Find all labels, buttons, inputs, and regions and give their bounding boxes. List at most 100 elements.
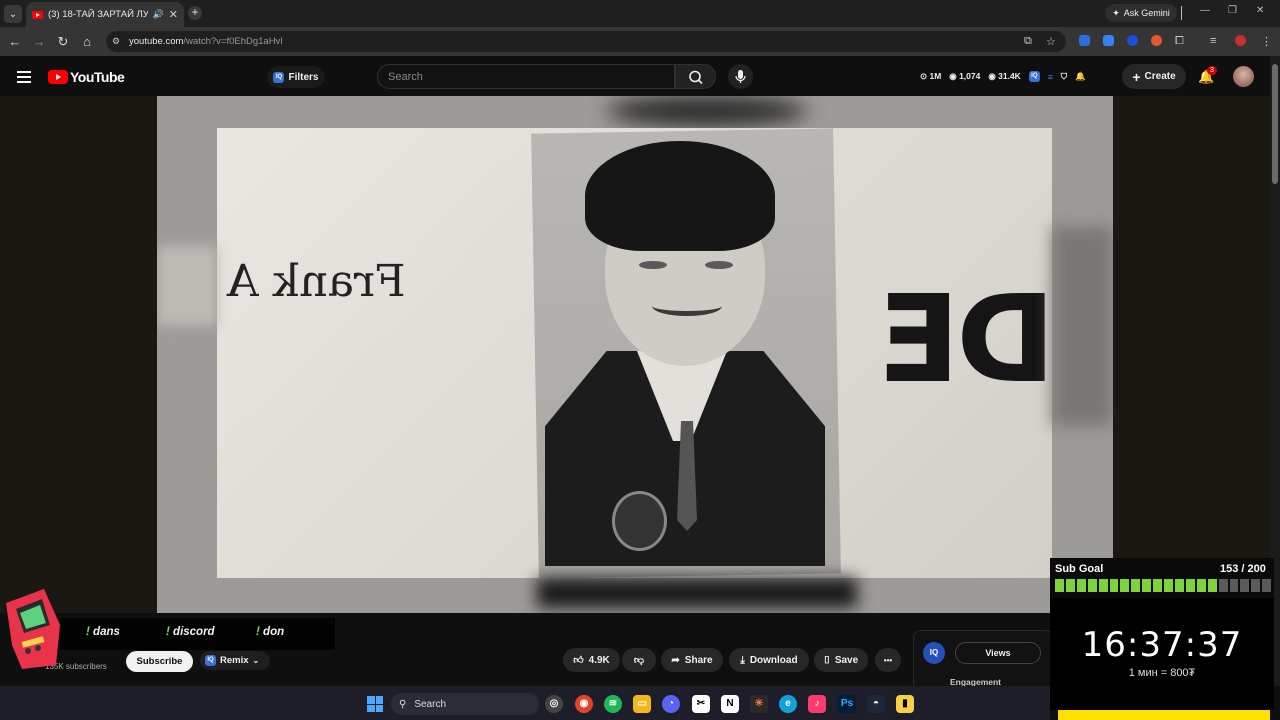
subscribe-button[interactable]: Subscribe <box>126 651 193 672</box>
scrollbar-thumb[interactable] <box>1272 64 1278 184</box>
claude-icon[interactable]: ✳ <box>750 695 768 713</box>
goal-segment <box>1229 579 1239 592</box>
reload-icon[interactable]: ↻ <box>56 34 70 50</box>
iq-stats-icon[interactable]: IQ <box>1028 71 1040 82</box>
reading-list-icon[interactable]: ≡ <box>1210 35 1216 47</box>
goal-segment <box>1153 579 1163 592</box>
menu-hamburger-icon[interactable] <box>17 71 31 86</box>
create-button[interactable]: + Create <box>1122 64 1186 89</box>
youtube-logo-icon[interactable] <box>48 70 68 84</box>
video-player[interactable]: Frank A DE <box>157 96 1113 613</box>
goal-segment <box>1076 579 1086 592</box>
dislike-button[interactable]: 👎︎ <box>622 648 656 672</box>
photo-hair <box>585 141 775 251</box>
minimize-icon[interactable]: — <box>1200 5 1210 16</box>
extension-3-icon[interactable] <box>1127 35 1138 46</box>
profile-icon[interactable] <box>1235 35 1246 46</box>
sub-goal-title: Sub Goal <box>1055 563 1104 575</box>
chevron-down-icon: ⌄ <box>252 656 260 665</box>
tab-title: (3) 18-ТАЙ ЗАРТАЙ ЛУЙВ... <box>48 9 148 20</box>
sub-goal-count: 153 / 200 <box>1220 563 1266 575</box>
share-label: Share <box>684 654 713 666</box>
video-shadow-bottom <box>537 578 857 608</box>
new-tab-button[interactable]: + <box>188 6 202 20</box>
save-label: Save <box>834 654 859 666</box>
extension-4-icon[interactable] <box>1151 35 1162 46</box>
voice-search-button[interactable] <box>728 64 753 89</box>
music-icon[interactable]: ♪ <box>808 695 826 713</box>
tab-audio-icon[interactable]: 🔊 <box>153 9 164 20</box>
chrome-icon[interactable]: ◉ <box>575 695 593 713</box>
extensions-puzzle-icon[interactable]: ⧠ <box>1175 35 1184 48</box>
filters-label: Filters <box>288 71 319 83</box>
save-button[interactable]: ⌷ Save <box>814 648 868 672</box>
goal-segment <box>1055 579 1064 592</box>
donation-rate: 1 мин = 800₮ <box>1128 667 1196 679</box>
youtube-logo-text[interactable]: YouTube <box>70 69 125 85</box>
maximize-icon[interactable]: ❐ <box>1228 5 1237 16</box>
github-icon[interactable]: ◎ <box>545 695 563 713</box>
like-count: 4.9K <box>588 654 610 666</box>
extension-1-icon[interactable] <box>1079 35 1090 46</box>
goal-segment <box>1065 579 1075 592</box>
discord-icon[interactable]: ◔ <box>662 695 680 713</box>
download-label: Download <box>749 654 798 666</box>
like-button[interactable]: 👍︎ 4.9K <box>563 648 620 672</box>
ask-gemini-button[interactable]: ✦ Ask Gemini <box>1105 4 1177 22</box>
bookmark-star-icon[interactable]: ☆ <box>1046 35 1056 48</box>
goal-segment <box>1262 579 1272 592</box>
channel-stats: ⊙ 1M ◉ 1,074 ◉ 31.4K IQ ≡ ⛉ 🔔 <box>920 71 1086 82</box>
more-actions-button[interactable]: ••• <box>875 648 901 672</box>
goal-segment <box>1174 579 1184 592</box>
mirrored-name-text: Frank A <box>227 256 406 307</box>
share-button[interactable]: ➦ Share <box>661 648 723 672</box>
user-avatar[interactable] <box>1233 66 1254 87</box>
forward-arrow-icon[interactable]: → <box>32 34 46 49</box>
taskbar-search[interactable]: ⚲ Search <box>391 693 539 715</box>
steam-icon[interactable]: ◓ <box>867 695 885 713</box>
goal-segment <box>1218 579 1228 592</box>
goal-segment <box>1131 579 1141 592</box>
goal-segment <box>1164 579 1173 592</box>
thumbs-up-icon: 👍︎ <box>573 655 584 666</box>
cast-icon[interactable]: ⧉ <box>1024 35 1032 48</box>
close-window-icon[interactable]: ✕ <box>1256 5 1264 16</box>
iq-analytics-icon[interactable]: IQ <box>923 642 945 664</box>
goal-segment <box>1087 579 1097 592</box>
views-tab[interactable]: Views <box>955 642 1041 664</box>
goal-segment <box>1185 579 1195 592</box>
list-icon[interactable]: ≡ <box>1048 72 1053 82</box>
alert-icon[interactable]: 🔔 <box>1075 71 1086 82</box>
search-button[interactable] <box>675 64 716 89</box>
back-arrow-icon[interactable]: ← <box>8 34 22 49</box>
create-label: Create <box>1144 71 1176 82</box>
goal-segment <box>1142 579 1152 592</box>
tab-search-button[interactable]: ⌄ <box>4 5 22 23</box>
app-icon[interactable]: ▮ <box>896 695 914 713</box>
filters-button[interactable]: IQ Filters <box>267 66 325 88</box>
notion-icon[interactable]: N <box>721 695 739 713</box>
url-host: youtube.com <box>129 36 184 47</box>
search-input[interactable]: Search <box>377 64 675 89</box>
extension-2-icon[interactable] <box>1103 35 1114 46</box>
download-button[interactable]: ⤓ Download <box>729 648 809 672</box>
filter-icon[interactable]: ⛉ <box>1061 71 1067 82</box>
taskbar-search-label: Search <box>414 698 447 710</box>
url-text[interactable]: youtube.com/watch?v=f0EhDg1aHvI <box>129 36 283 47</box>
file-explorer-icon[interactable]: ▭ <box>633 695 651 713</box>
edge-icon[interactable]: e <box>779 695 797 713</box>
video-blur-left <box>157 246 217 326</box>
photoshop-icon[interactable]: Ps <box>838 695 856 713</box>
tab-close-icon[interactable]: ✕ <box>169 8 178 21</box>
browser-tab-active[interactable]: (3) 18-ТАЙ ЗАРТАЙ ЛУЙВ... 🔊 ✕ <box>26 2 184 27</box>
capcut-icon[interactable]: ✂ <box>692 695 710 713</box>
remix-button[interactable]: IQ Remix ⌄ <box>200 651 270 670</box>
windows-start-icon[interactable] <box>367 696 383 712</box>
spotify-icon[interactable]: ≋ <box>604 695 622 713</box>
chrome-menu-icon[interactable]: ⋮ <box>1261 35 1272 48</box>
url-path: /watch?v=f0EhDg1aHvI <box>183 36 283 47</box>
remix-label: Remix <box>220 655 249 666</box>
site-info-icon[interactable]: ⚙ <box>112 36 120 47</box>
arcade-machine-icon <box>6 589 60 669</box>
home-icon[interactable]: ⌂ <box>80 34 94 49</box>
